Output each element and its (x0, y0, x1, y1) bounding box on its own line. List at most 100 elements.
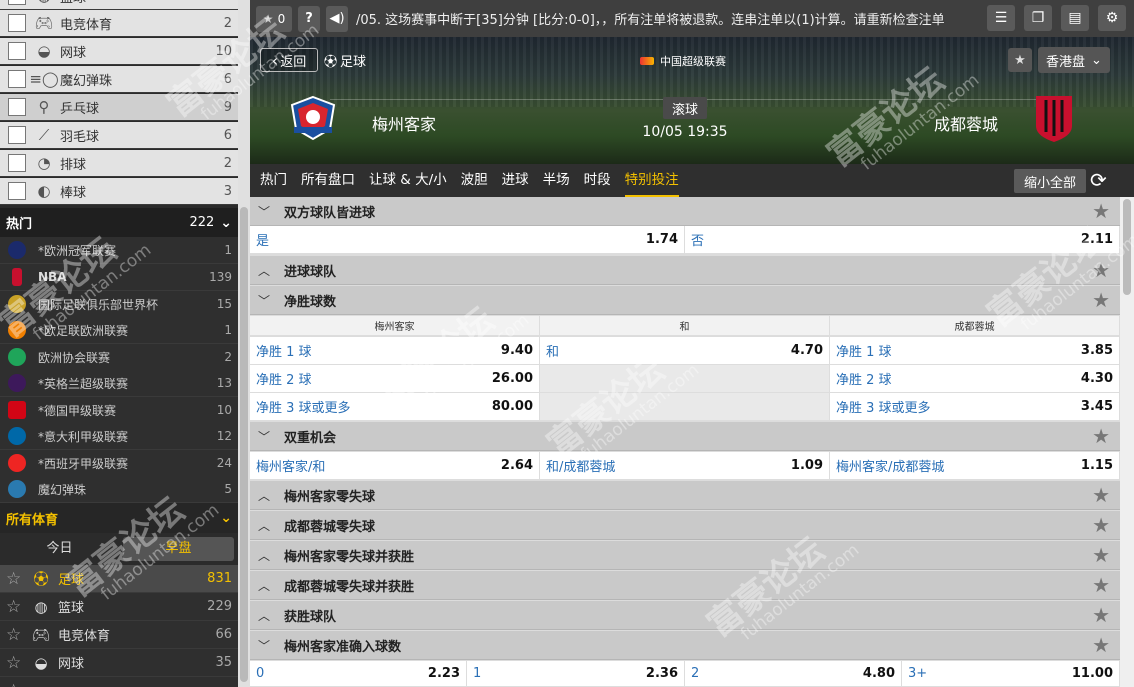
market-header-away-clean-sheet-win[interactable]: ︿ 成都蓉城零失球并获胜 ★ (250, 571, 1120, 600)
tab-half[interactable]: 半场 (543, 164, 570, 197)
sidebar-scrollbar[interactable] (238, 0, 250, 687)
sport-checkbox[interactable] (8, 154, 26, 172)
sidebar-sport-tennis[interactable]: ◒ 网球 10 (0, 38, 238, 65)
market-header-winning-team[interactable]: ︿ 获胜球队 ★ (250, 601, 1120, 630)
tab-today[interactable]: 今日 (4, 537, 115, 561)
market-header-double-chance[interactable]: ﹀ 双重机会 ★ (250, 422, 1120, 451)
sidebar-league[interactable]: *欧洲冠军联赛 1 (0, 237, 238, 264)
odds-cell[interactable]: 和/成都蓉城 1.09 (540, 452, 830, 479)
odds-cell[interactable]: 净胜 3 球或更多 80.00 (250, 393, 540, 420)
help-button[interactable]: ? (298, 5, 320, 32)
sidebar-allsport-basketball[interactable]: ☆ ◍ 篮球 229 (0, 593, 238, 621)
star-icon[interactable]: ★ (1092, 483, 1110, 507)
sidebar-allsport-next[interactable]: ☆ (0, 677, 238, 687)
odds-cell[interactable]: 净胜 1 球 3.85 (830, 337, 1120, 364)
odds-cell[interactable]: 是 1.74 (250, 226, 685, 253)
sidebar-sport-volleyball[interactable]: ◔ 排球 2 (0, 150, 238, 177)
scrollbar-thumb[interactable] (240, 207, 248, 682)
sidebar-allsport-esports[interactable]: ☆ 🎮︎ 电竞体育 66 (0, 621, 238, 649)
sidebar-sport-pinball[interactable]: ≡◯ 魔幻弹珠 6 (0, 66, 238, 93)
sidebar-league[interactable]: *欧足联欧洲联赛 1 (0, 317, 238, 344)
star-icon[interactable]: ☆ (6, 681, 24, 687)
sidebar-allsport-tennis[interactable]: ☆ ◒ 网球 35 (0, 649, 238, 677)
sidebar-league[interactable]: *德国甲级联赛 10 (0, 397, 238, 424)
main-scrollbar[interactable] (1120, 197, 1134, 687)
star-icon[interactable]: ★ (1092, 258, 1110, 282)
sidebar-sport-baseball[interactable]: ◐ 棒球 3 (0, 178, 238, 205)
odds-cell[interactable]: 3+ 11.00 (902, 661, 1120, 686)
tab-early[interactable]: 早盘 (123, 537, 234, 561)
star-icon[interactable]: ☆ (6, 597, 24, 617)
market-header-team-to-score[interactable]: ︿ 进球球队 ★ (250, 256, 1120, 285)
star-icon[interactable]: ★ (1092, 543, 1110, 567)
sidebar-sport-badminton[interactable]: ⟋ 羽毛球 6 (0, 122, 238, 149)
market-header-btts[interactable]: ﹀ 双方球队皆进球 ★ (250, 197, 1120, 226)
odds-cell[interactable]: 否 2.11 (685, 226, 1120, 253)
odds-cell[interactable]: 净胜 3 球或更多 3.45 (830, 393, 1120, 420)
odds-cell[interactable]: 1 2.36 (467, 661, 685, 686)
odds-cell[interactable]: 净胜 2 球 26.00 (250, 365, 540, 392)
sport-checkbox[interactable] (8, 14, 26, 32)
favorite-match-button[interactable]: ★ (1008, 48, 1032, 72)
tab-specials[interactable]: 特别投注 (624, 164, 679, 197)
star-icon[interactable]: ★ (1092, 633, 1110, 657)
sidebar-league[interactable]: NBA 139 (0, 264, 238, 291)
odds-cell[interactable]: 和 4.70 (540, 337, 830, 364)
sidebar-league[interactable]: *英格兰超级联赛 13 (0, 370, 238, 397)
sidebar-allsport-soccer[interactable]: ☆ ⚽︎ 足球 831 (0, 565, 238, 593)
sound-button[interactable]: ◀︎) (326, 5, 348, 32)
tab-all-markets[interactable]: 所有盘口 (301, 164, 355, 197)
tab-goals[interactable]: 进球 (502, 164, 529, 197)
star-icon[interactable]: ☆ (6, 569, 24, 589)
odds-format-select[interactable]: 香港盘 ⌄ (1038, 47, 1110, 73)
sport-checkbox[interactable] (8, 70, 26, 88)
sidebar-sport-table-tennis[interactable]: ⚲ 乒乓球 9 (0, 94, 238, 121)
sport-checkbox[interactable] (8, 98, 26, 116)
sport-checkbox[interactable] (8, 42, 26, 60)
sidebar-league[interactable]: 魔幻弹珠 5 (0, 476, 238, 503)
refresh-icon[interactable]: ⟳ (1090, 168, 1107, 192)
star-icon[interactable]: ★ (1092, 288, 1110, 312)
statement-button[interactable]: ❐ (1024, 5, 1052, 31)
hot-header[interactable]: 热门 222 ⌄ (0, 208, 238, 237)
odds-cell[interactable]: 梅州客家/和 2.64 (250, 452, 540, 479)
back-button[interactable]: ‹ 返回 (260, 48, 318, 72)
star-icon[interactable]: ★ (1092, 199, 1110, 223)
favorites-button[interactable]: ★ 0 (256, 5, 292, 32)
star-icon[interactable]: ★ (1092, 513, 1110, 537)
tab-correct-score[interactable]: 波胆 (461, 164, 488, 197)
collapse-all-button[interactable]: 缩小全部 (1014, 169, 1086, 193)
star-icon[interactable]: ☆ (6, 625, 24, 645)
sidebar-sport-basketball[interactable]: ◍ 篮球 28 (0, 0, 238, 10)
scrollbar-thumb[interactable] (1123, 199, 1131, 295)
bet-list-button[interactable]: ☰ (987, 5, 1015, 31)
sidebar-league[interactable]: *意大利甲级联赛 12 (0, 423, 238, 450)
star-icon[interactable]: ★ (1092, 424, 1110, 448)
sport-checkbox[interactable] (8, 126, 26, 144)
star-icon[interactable]: ★ (1092, 573, 1110, 597)
odds-cell[interactable]: 2 4.80 (685, 661, 902, 686)
odds-cell[interactable]: 净胜 2 球 4.30 (830, 365, 1120, 392)
sidebar-league[interactable]: 国际足联俱乐部世界杯 15 (0, 291, 238, 318)
tab-period[interactable]: 时段 (584, 164, 611, 197)
tab-handicap-ou[interactable]: 让球 & 大/小 (369, 164, 447, 197)
odds-cell[interactable]: 梅州客家/成都蓉城 1.15 (830, 452, 1120, 479)
settings-button[interactable]: ⚙︎ (1098, 5, 1126, 31)
market-header-winning-margin[interactable]: ﹀ 净胜球数 ★ (250, 286, 1120, 315)
odds-cell[interactable]: 0 2.23 (250, 661, 467, 686)
sidebar-league[interactable]: 欧洲协会联赛 2 (0, 344, 238, 371)
all-sports-header[interactable]: 所有体育 ⌄ (0, 503, 238, 533)
market-header-home-clean-sheet[interactable]: ︿ 梅州客家零失球 ★ (250, 481, 1120, 510)
sport-checkbox[interactable] (8, 0, 26, 5)
results-button[interactable]: ▤ (1061, 5, 1089, 31)
tab-hot[interactable]: 热门 (260, 164, 287, 197)
odds-cell[interactable]: 净胜 1 球 9.40 (250, 337, 540, 364)
sidebar-league[interactable]: *西班牙甲级联赛 24 (0, 450, 238, 477)
sport-checkbox[interactable] (8, 182, 26, 200)
star-icon[interactable]: ★ (1092, 603, 1110, 627)
market-header-away-clean-sheet[interactable]: ︿ 成都蓉城零失球 ★ (250, 511, 1120, 540)
star-icon[interactable]: ☆ (6, 653, 24, 673)
market-header-exact-goals[interactable]: ﹀ 梅州客家准确入球数 ★ (250, 631, 1120, 660)
market-header-home-clean-sheet-win[interactable]: ︿ 梅州客家零失球并获胜 ★ (250, 541, 1120, 570)
sidebar-sport-esports[interactable]: 🎮︎ 电竞体育 2 (0, 10, 238, 37)
